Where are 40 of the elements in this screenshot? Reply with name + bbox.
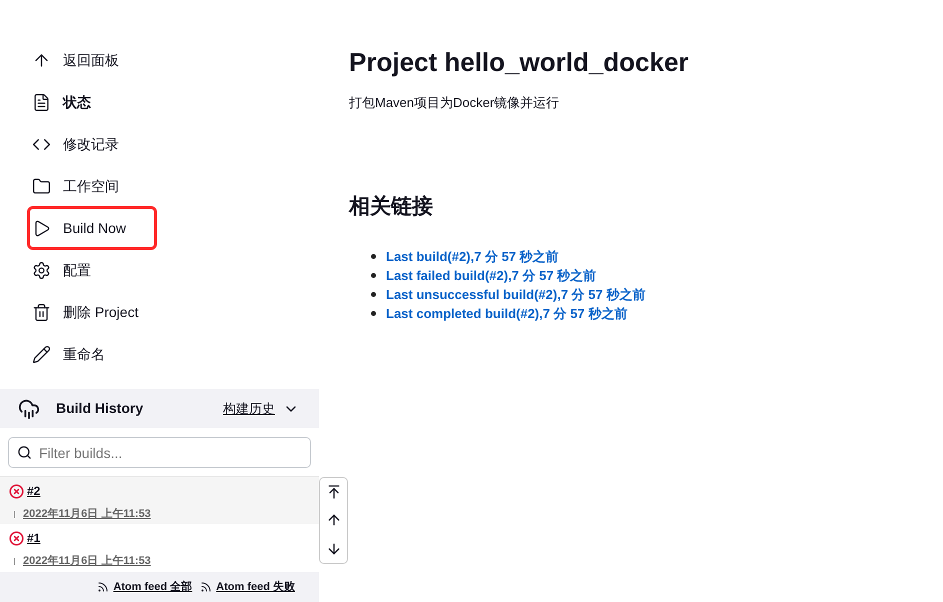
atom-feed-link[interactable]: Atom feed 全部	[113, 578, 192, 596]
build-link[interactable]: Last build(#2),7 分 57 秒之前	[386, 246, 559, 266]
build-link[interactable]: Last completed build(#2),7 分 57 秒之前	[386, 304, 628, 324]
atom-feed-link[interactable]: Atom feed 失败	[216, 578, 295, 596]
build-number-link[interactable]: #1	[27, 529, 40, 547]
bullet-icon	[371, 311, 376, 316]
rss-icon	[200, 581, 212, 593]
build-date-link[interactable]: 2022年11月6日 上午11:53	[23, 506, 151, 522]
build-link[interactable]: Last failed build(#2),7 分 57 秒之前	[386, 266, 596, 286]
sidebar-item[interactable]: 工作空间	[30, 167, 154, 205]
sidebar-item[interactable]: Build Now	[30, 209, 154, 247]
sidebar-item[interactable]: 修改记录	[30, 125, 154, 163]
trash-icon	[32, 302, 51, 322]
bullet-icon	[371, 273, 376, 278]
scroll-top-icon[interactable]	[326, 484, 342, 500]
rss-icon	[97, 581, 110, 593]
search-icon	[17, 445, 32, 460]
build-date-link[interactable]: 2022年11月6日 上午11:53	[23, 553, 151, 570]
document-icon	[32, 92, 51, 112]
gear-icon	[32, 260, 51, 280]
arrow-down-icon[interactable]	[326, 540, 342, 557]
cloud-rain-icon	[18, 398, 40, 420]
bullet-icon	[371, 292, 376, 297]
build-link[interactable]: Last unsuccessful build(#2),7 分 57 秒之前	[386, 284, 646, 304]
filter-field[interactable]: Filter builds...	[8, 437, 311, 468]
trend-link[interactable]: 构建历史	[223, 398, 275, 418]
bullet-icon	[371, 254, 376, 259]
section-heading: 相关链接	[349, 194, 434, 220]
folder-icon	[32, 176, 51, 196]
pencil-icon	[32, 344, 51, 364]
build-row[interactable]: #2 2022年11月6日 上午11:53	[0, 476, 319, 524]
project-description: 打包Maven项目为Docker镜像并运行	[349, 94, 560, 112]
sidebar-item[interactable]: 删除 Project	[30, 293, 154, 331]
sidebar-item[interactable]: 状态	[30, 83, 154, 121]
build-history-title: Build History	[56, 399, 144, 418]
build-number-link[interactable]: #2	[27, 482, 40, 500]
sidebar-item[interactable]: 配置	[30, 251, 154, 289]
page-title: Project hello_world_docker	[349, 46, 689, 79]
sidebar-item[interactable]: 重命名	[30, 335, 154, 373]
sidebar-item[interactable]: 返回面板	[30, 41, 154, 79]
